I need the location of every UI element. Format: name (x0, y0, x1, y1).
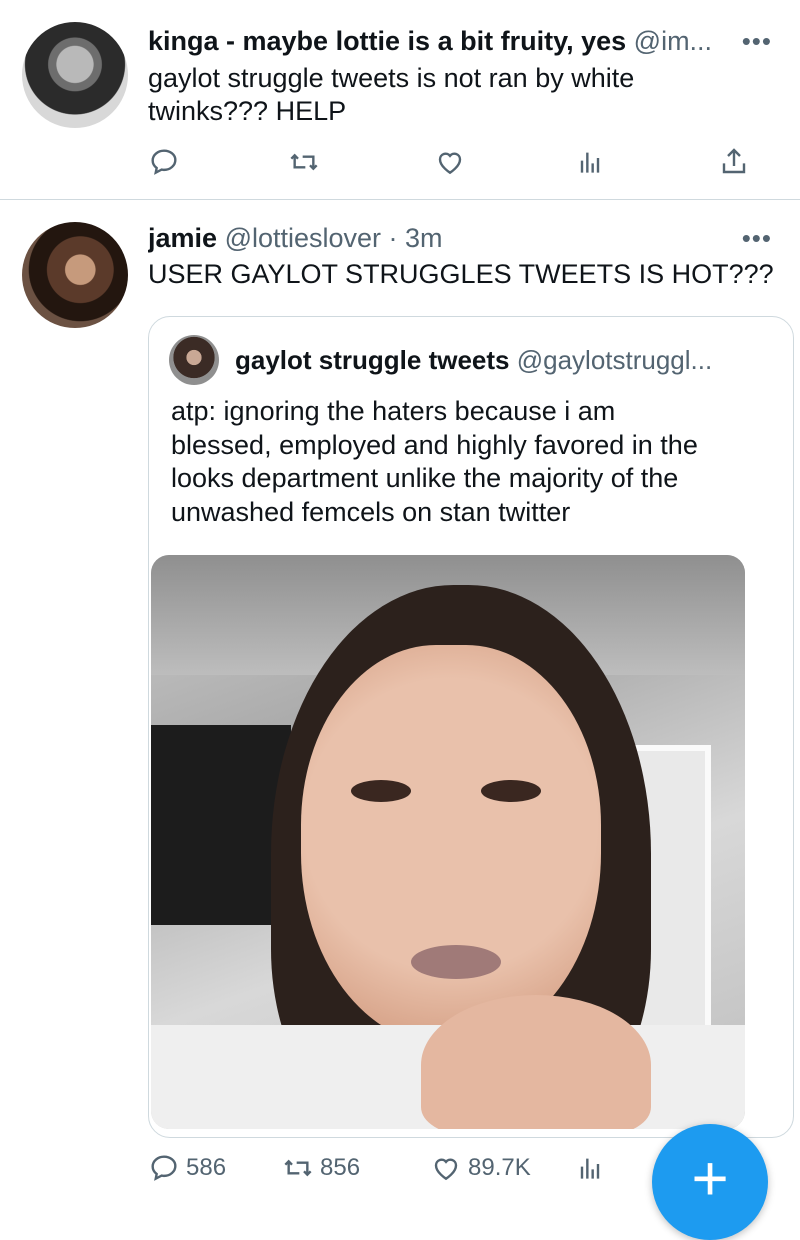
compose-tweet-button[interactable]: + (652, 1124, 768, 1240)
analytics-icon (580, 1158, 600, 1179)
avatar (169, 335, 219, 385)
author-name: gaylot struggle tweets (235, 345, 510, 375)
retweet-icon (284, 1159, 312, 1177)
quoted-tweet-header: gaylot struggle tweets @gaylotstruggl... (235, 345, 775, 376)
author-handle[interactable]: @lottieslover (225, 223, 381, 253)
quoted-text-line: looks department unlike the majority of … (171, 463, 679, 493)
avatar[interactable] (22, 22, 128, 128)
quoted-text-line: atp: ignoring the haters because i am (171, 396, 616, 426)
tweet-header: kinga - maybe lottie is a bit fruity, ye… (148, 26, 728, 57)
reply-icon (151, 1155, 177, 1181)
like-button[interactable]: 89.7K (430, 1152, 531, 1184)
tweet-text: USER GAYLOT STRUGGLES TWEETS IS HOT??? (148, 259, 774, 289)
tweet-actions (148, 146, 758, 186)
like-count: 89.7K (468, 1154, 531, 1181)
author-handle: @gaylotstruggl... (516, 345, 713, 375)
author-name[interactable]: jamie (148, 223, 217, 253)
retweet-icon (290, 153, 318, 171)
author-name[interactable]: kinga - maybe lottie is a bit fruity, ye… (148, 26, 626, 56)
more-options-icon[interactable]: ••• (742, 26, 772, 57)
quoted-tweet-text: atp: ignoring the haters because i am bl… (171, 395, 771, 529)
avatar[interactable] (22, 222, 128, 328)
retweet-button[interactable] (288, 146, 320, 178)
like-button[interactable] (434, 146, 466, 178)
tweet-text: gaylot struggle tweets is not ran by whi… (148, 62, 634, 128)
retweet-button[interactable]: 856 (282, 1152, 360, 1184)
reply-button[interactable] (148, 146, 180, 178)
tweet[interactable]: kinga - maybe lottie is a bit fruity, ye… (0, 0, 800, 200)
quoted-tweet[interactable]: gaylot struggle tweets @gaylotstruggl...… (148, 316, 794, 1138)
heart-icon (438, 152, 462, 175)
quoted-text-line: unwashed femcels on stan twitter (171, 496, 571, 527)
reply-icon (151, 149, 177, 175)
analytics-button[interactable] (574, 146, 606, 178)
reply-count: 586 (186, 1154, 227, 1181)
reply-button[interactable]: 586 (148, 1152, 226, 1184)
share-icon (722, 148, 746, 174)
quoted-tweet-photo[interactable] (151, 555, 745, 1129)
tweet-timestamp[interactable]: · 3m (389, 223, 443, 253)
tweet-text-line: twinks??? HELP (148, 96, 347, 126)
tweet-header: jamie @lottieslover · 3m (148, 223, 728, 254)
analytics-icon (580, 152, 600, 173)
more-options-icon[interactable]: ••• (742, 223, 772, 254)
quoted-text-line: blessed, employed and highly favored in … (171, 429, 698, 460)
share-button[interactable] (718, 146, 750, 178)
retweet-count: 856 (320, 1154, 361, 1181)
author-handle[interactable]: @im... (634, 26, 712, 56)
heart-icon (434, 1158, 458, 1181)
tweet-text-line: gaylot struggle tweets is not ran by whi… (148, 63, 635, 93)
analytics-button[interactable] (574, 1152, 606, 1184)
